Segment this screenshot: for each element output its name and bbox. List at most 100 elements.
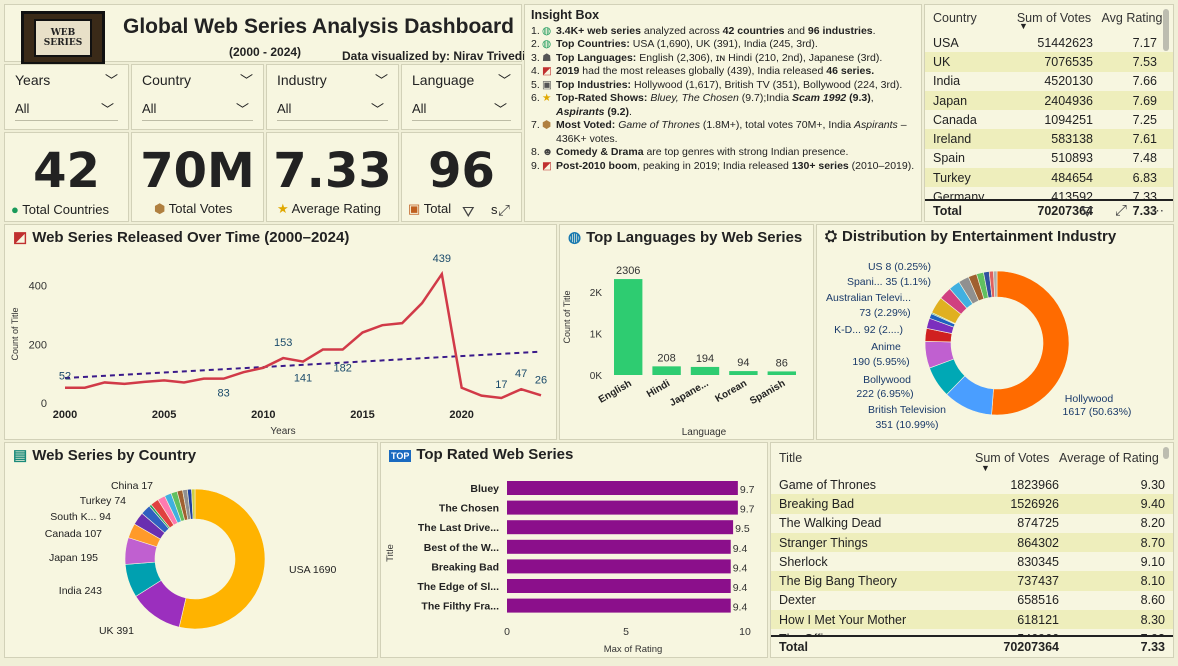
kpi-caption-text: Total (423, 201, 452, 216)
top-rated-bar-chart: Bluey 9.7 The Chosen 9.7 The Last Drive... 9.… (385, 481, 755, 655)
kpi-total-countries: 42 ● Total Countries (4, 132, 129, 222)
y-axis-label: Count of Title (562, 290, 572, 343)
table-header: Title Sum of Votes Average of Rating (771, 445, 1173, 471)
dropdown-value: All (412, 101, 427, 116)
x-axis-label: Years (270, 426, 295, 437)
insight-box: Insight Box 1. ◍ 3.4K+ web series analyzed… (524, 4, 922, 222)
chevron-down-icon[interactable]: ﹀ (498, 70, 511, 89)
years-dropdown[interactable]: All ﹀ (15, 97, 118, 121)
credit-text: Data visualized by: Nirav Trivedi (342, 49, 526, 63)
x-tick-label: 2015 (350, 409, 374, 421)
country-dropdown[interactable]: All ﹀ (142, 97, 253, 121)
dropdown-value: All (15, 101, 30, 116)
category-label: The Edge of Sl... (417, 581, 499, 593)
insight-item: 3. ☗ Top Languages: English (2,306), ɪɴ Hi… (531, 52, 915, 66)
scrollbar[interactable] (1163, 447, 1169, 459)
table-cell: 8.30 (1140, 612, 1165, 627)
table-row[interactable]: Japan 2404936 7.69 (925, 90, 1173, 111)
insight-number: 2. (531, 38, 540, 50)
table-row[interactable]: Stranger Things 864302 8.70 (771, 532, 1173, 553)
language-slicer[interactable]: Language ﹀ All ﹀ (401, 64, 522, 130)
insight-item: 8. ☻ Comedy & Drama are top genres with st… (531, 146, 915, 160)
chevron-down-icon: ﹀ (493, 102, 507, 117)
masks-icon: ☻ (542, 146, 554, 158)
country-chart-panel: ▤ Web Series by Country China 17 Turkey 74… (4, 442, 378, 658)
years-slicer[interactable]: Years ﹀ All ﹀ (4, 64, 129, 130)
table-cell: 658516 (1017, 593, 1059, 608)
country-donut-chart: China 17 Turkey 74 South K... 94 Canada 107… (45, 480, 337, 637)
filter-icon[interactable]: ⛛ (462, 204, 475, 221)
scrollbar[interactable] (1163, 9, 1169, 51)
x-tick-label: 10 (739, 626, 751, 638)
y-tick-label: 400 (29, 281, 47, 293)
x-axis-label: Max of Rating (604, 644, 663, 655)
table-cell: How I Met Your Mother (779, 612, 907, 627)
table-cell: 618121 (1017, 612, 1059, 627)
industry-dropdown[interactable]: All ﹀ (277, 97, 388, 121)
data-label: 94 (737, 357, 749, 369)
x-tick-label: 5 (623, 626, 629, 638)
table-cell: 7.25 (1132, 112, 1157, 127)
table-row[interactable]: India 4520130 7.66 (925, 72, 1173, 91)
table-cell: 8.20 (1140, 516, 1165, 531)
table-cell: 6.83 (1132, 170, 1157, 185)
insight-text: Top-Rated Shows: Bluey, The Chosen (9.7)… (556, 92, 874, 118)
table-row[interactable]: UK 7076535 7.53 (925, 52, 1173, 72)
insight-title: Insight Box (531, 8, 600, 22)
chart-icon: ◩ (542, 65, 552, 77)
line-chart-panel: ◩ Web Series Released Over Time (2000–202… (4, 224, 557, 440)
x-tick-label: 0 (504, 626, 510, 638)
insight-item: 5. ▣ Top Industries: Hollywood (1,617), Br… (531, 79, 915, 93)
table-row[interactable]: Turkey 484654 6.83 (925, 168, 1173, 188)
chevron-down-icon[interactable]: ﹀ (105, 70, 118, 89)
industry-slicer[interactable]: Industry ﹀ All ﹀ (266, 64, 399, 130)
table-row[interactable]: The Walking Dead 874725 8.20 (771, 514, 1173, 533)
table-row[interactable]: The Big Bang Theory 737437 8.10 (771, 571, 1173, 591)
clapper-icon: ▣ (408, 201, 421, 216)
insight-item: 7. ⬢ Most Voted: Game of Thrones (1.8M+), … (531, 119, 915, 146)
table-cell: 8.60 (1140, 593, 1165, 608)
insight-item: 1. ◍ 3.4K+ web series analyzed across 42 c… (531, 25, 915, 39)
chevron-down-icon: ﹀ (370, 102, 384, 117)
x-tick-label: 2000 (53, 409, 77, 421)
chevron-down-icon[interactable]: ﹀ (240, 70, 253, 89)
data-label: 52 (59, 371, 71, 383)
table-row[interactable]: Breaking Bad 1526926 9.40 (771, 494, 1173, 514)
bar (507, 579, 731, 593)
column-header[interactable]: Avg Rating (1099, 11, 1165, 25)
filter-icon[interactable]: ⛛ (1081, 204, 1094, 221)
table-row[interactable]: Spain 510893 7.48 (925, 149, 1173, 168)
table-row[interactable]: Game of Thrones 1823966 9.30 (771, 475, 1173, 494)
slicer-label: Country (142, 72, 192, 88)
language-dropdown[interactable]: All ﹀ (412, 97, 511, 121)
table-row[interactable]: Sherlock 830345 9.10 (771, 552, 1173, 571)
bar (507, 481, 738, 495)
insight-text: Top Industries: Hollywood (1,617), Briti… (556, 78, 903, 91)
chevron-down-icon[interactable]: ﹀ (375, 70, 388, 89)
table-cell: 874725 (1017, 516, 1059, 531)
dashboard-subtitle: (2000 - 2024) (229, 45, 302, 59)
table-row[interactable]: USA 51442623 7.17 (925, 33, 1173, 52)
column-header[interactable]: Title (779, 451, 975, 465)
globe-icon: ◍ (542, 38, 552, 50)
data-label: 86 (776, 357, 788, 369)
table-row[interactable]: Canada 1094251 7.25 (925, 110, 1173, 129)
country-table: Country Sum of Votes Avg Rating ▼ USA 514… (924, 4, 1174, 222)
table-row[interactable]: Ireland 583138 7.61 (925, 129, 1173, 149)
more-options-icon[interactable]: ⋯ (1151, 203, 1164, 219)
column-header[interactable]: Average of Rating (1059, 451, 1169, 465)
table-row[interactable]: Dexter 658516 8.60 (771, 591, 1173, 610)
top-rated-chart-panel: TOP Top Rated Web Series Bluey 9.7 The Chos… (380, 442, 768, 658)
focus-mode-icon[interactable]: ⤢ (498, 202, 510, 219)
table-cell: Japan (933, 93, 968, 108)
focus-mode-icon[interactable]: ⤢ (1115, 202, 1127, 219)
table-row[interactable]: How I Met Your Mother 618121 8.30 (771, 610, 1173, 630)
kpi-caption-text: Average Rating (291, 201, 381, 216)
category-label: The Last Drive... (418, 522, 499, 534)
slice-label: Canada 107 (45, 528, 102, 540)
country-slicer[interactable]: Country ﹀ All ﹀ (131, 64, 264, 130)
table-cell: 583138 (1051, 132, 1093, 147)
bar (729, 371, 758, 375)
column-header[interactable]: Country (933, 11, 1009, 25)
table-cell: 9.10 (1140, 554, 1165, 569)
